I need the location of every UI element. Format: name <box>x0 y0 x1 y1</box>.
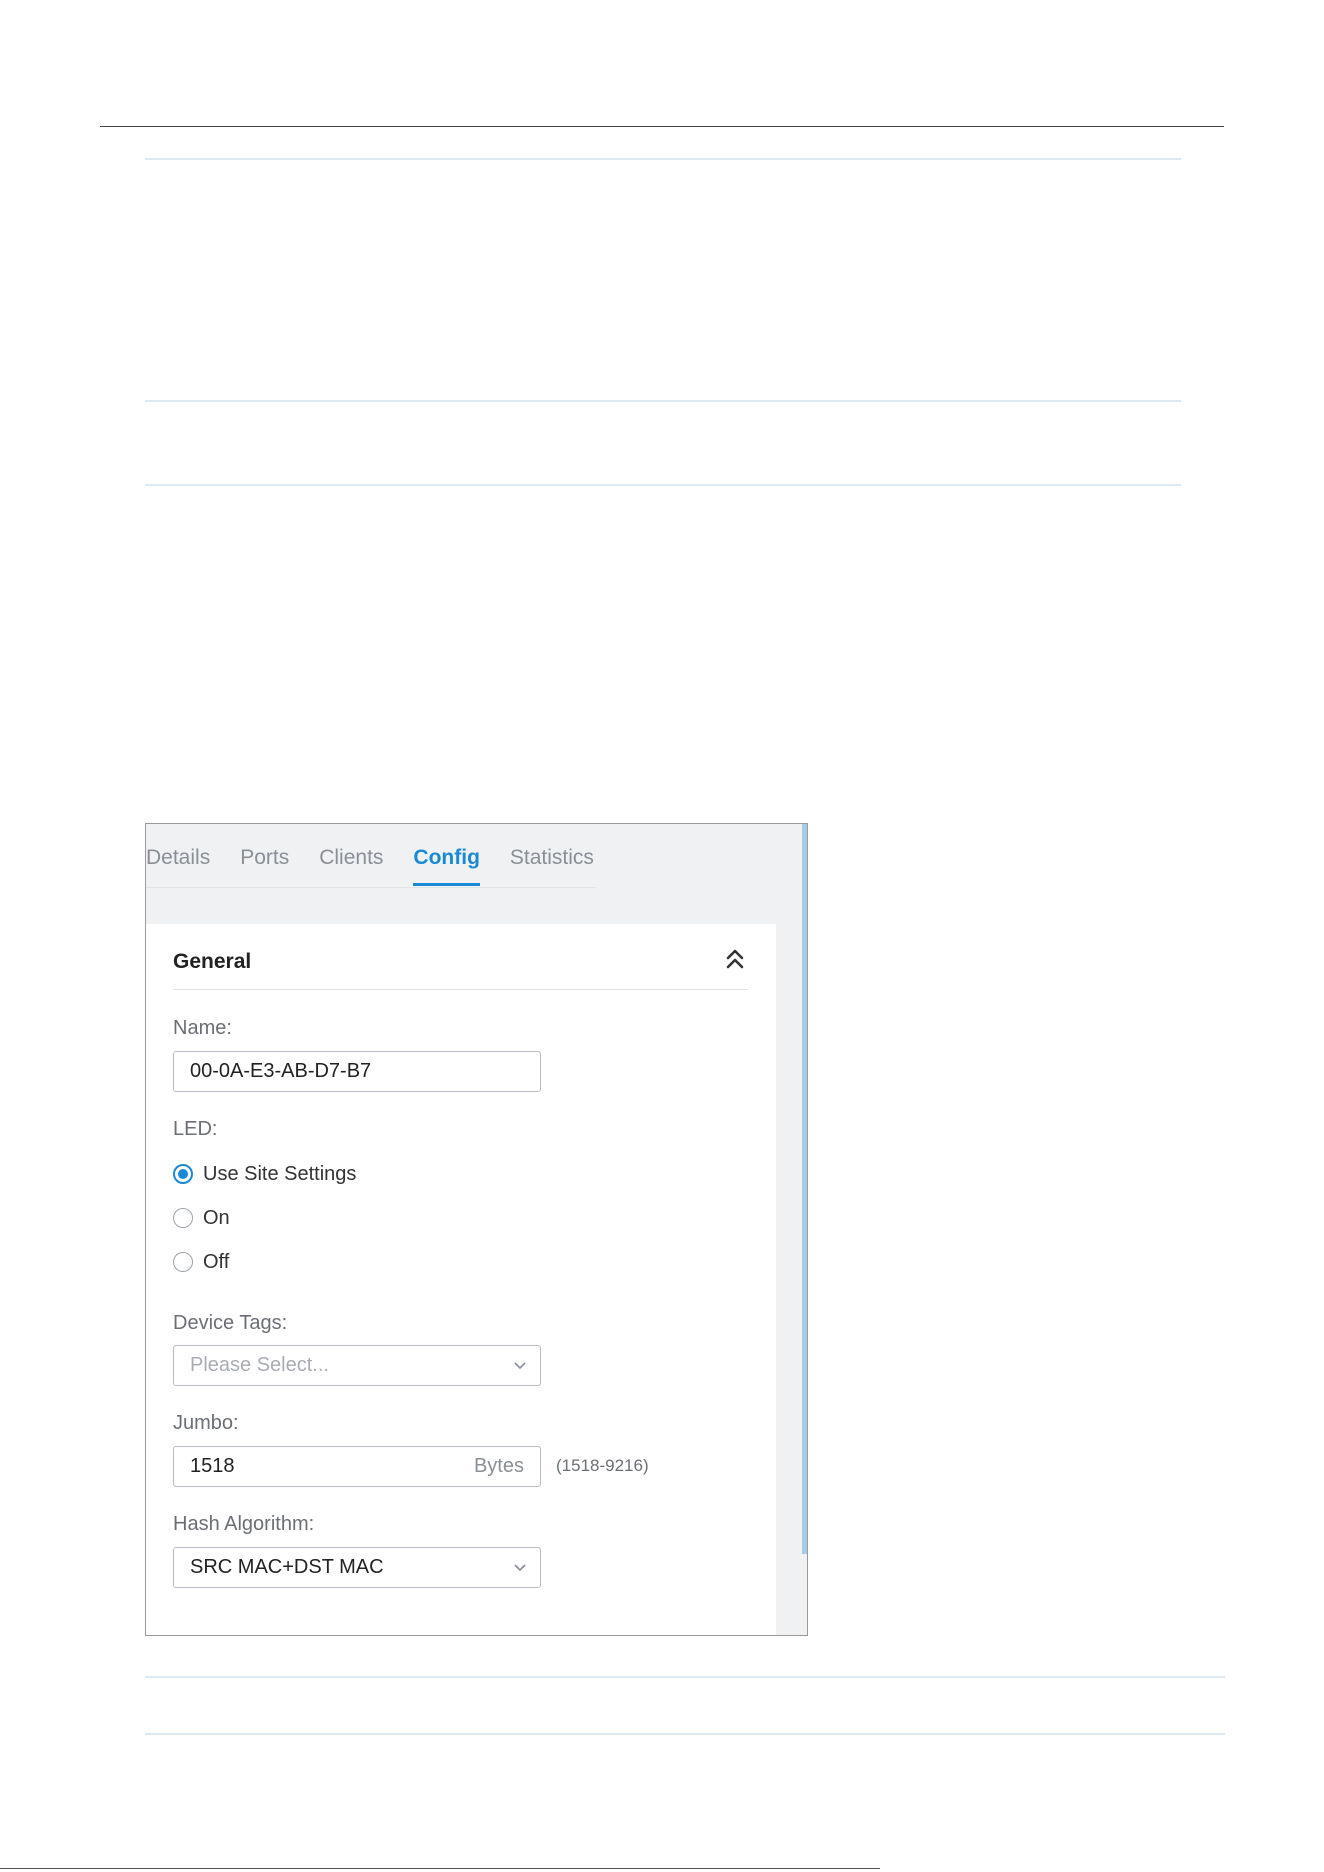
led-option-on[interactable]: On <box>173 1205 230 1231</box>
double-chevron-up-icon[interactable] <box>723 946 747 972</box>
device-tags-select[interactable]: Please Select... <box>173 1345 541 1386</box>
tab-ports[interactable]: Ports <box>240 846 289 886</box>
hash-algorithm-value: SRC MAC+DST MAC <box>190 1556 384 1578</box>
divider <box>145 1733 1225 1735</box>
divider <box>145 1676 1225 1678</box>
divider <box>145 400 1181 402</box>
hash-algorithm-label: Hash Algorithm: <box>173 1513 315 1535</box>
tab-config[interactable]: Config <box>413 846 481 886</box>
hash-algorithm-select[interactable]: SRC MAC+DST MAC <box>173 1547 541 1588</box>
tab-details[interactable]: Details <box>146 846 210 886</box>
page-bottom-rule <box>0 1868 880 1869</box>
radio-checked-icon[interactable] <box>173 1164 193 1184</box>
radio-unchecked-icon[interactable] <box>173 1208 193 1228</box>
led-label: LED: <box>173 1118 218 1140</box>
device-tags-placeholder: Please Select... <box>190 1354 329 1376</box>
section-title: General <box>173 950 252 973</box>
device-tags-label: Device Tags: <box>173 1312 288 1334</box>
divider <box>145 158 1181 160</box>
section-divider <box>173 989 748 990</box>
radio-unchecked-icon[interactable] <box>173 1252 193 1272</box>
jumbo-value: 1518 <box>190 1455 235 1477</box>
radio-label: Off <box>203 1250 230 1273</box>
general-section: General Name: 00-0A-E3-AB-D7-B7 LED: Use… <box>146 924 776 1635</box>
tab-bar-underline <box>146 887 596 888</box>
name-field[interactable]: 00-0A-E3-AB-D7-B7 <box>173 1051 541 1092</box>
led-option-use-site-settings[interactable]: Use Site Settings <box>173 1161 356 1187</box>
chevron-down-icon <box>514 1564 526 1572</box>
radio-label: On <box>203 1206 230 1229</box>
chevron-down-icon <box>514 1362 526 1370</box>
name-value: 00-0A-E3-AB-D7-B7 <box>190 1060 372 1082</box>
device-config-panel: Details Ports Clients Config Statistics … <box>145 823 808 1636</box>
name-label: Name: <box>173 1017 232 1039</box>
tab-statistics[interactable]: Statistics <box>510 846 594 886</box>
jumbo-label: Jumbo: <box>173 1412 239 1434</box>
jumbo-range-hint: (1518-9216) <box>556 1456 649 1475</box>
page-top-rule <box>100 126 1224 127</box>
tab-clients[interactable]: Clients <box>319 846 383 886</box>
jumbo-unit: Bytes <box>473 1455 524 1477</box>
divider <box>145 484 1181 486</box>
jumbo-field[interactable]: 1518 Bytes <box>173 1446 541 1487</box>
radio-label: Use Site Settings <box>203 1162 357 1185</box>
led-option-off[interactable]: Off <box>173 1249 229 1275</box>
tab-bar: Details Ports Clients Config Statistics <box>146 846 624 886</box>
scrollbar[interactable] <box>802 824 807 1554</box>
